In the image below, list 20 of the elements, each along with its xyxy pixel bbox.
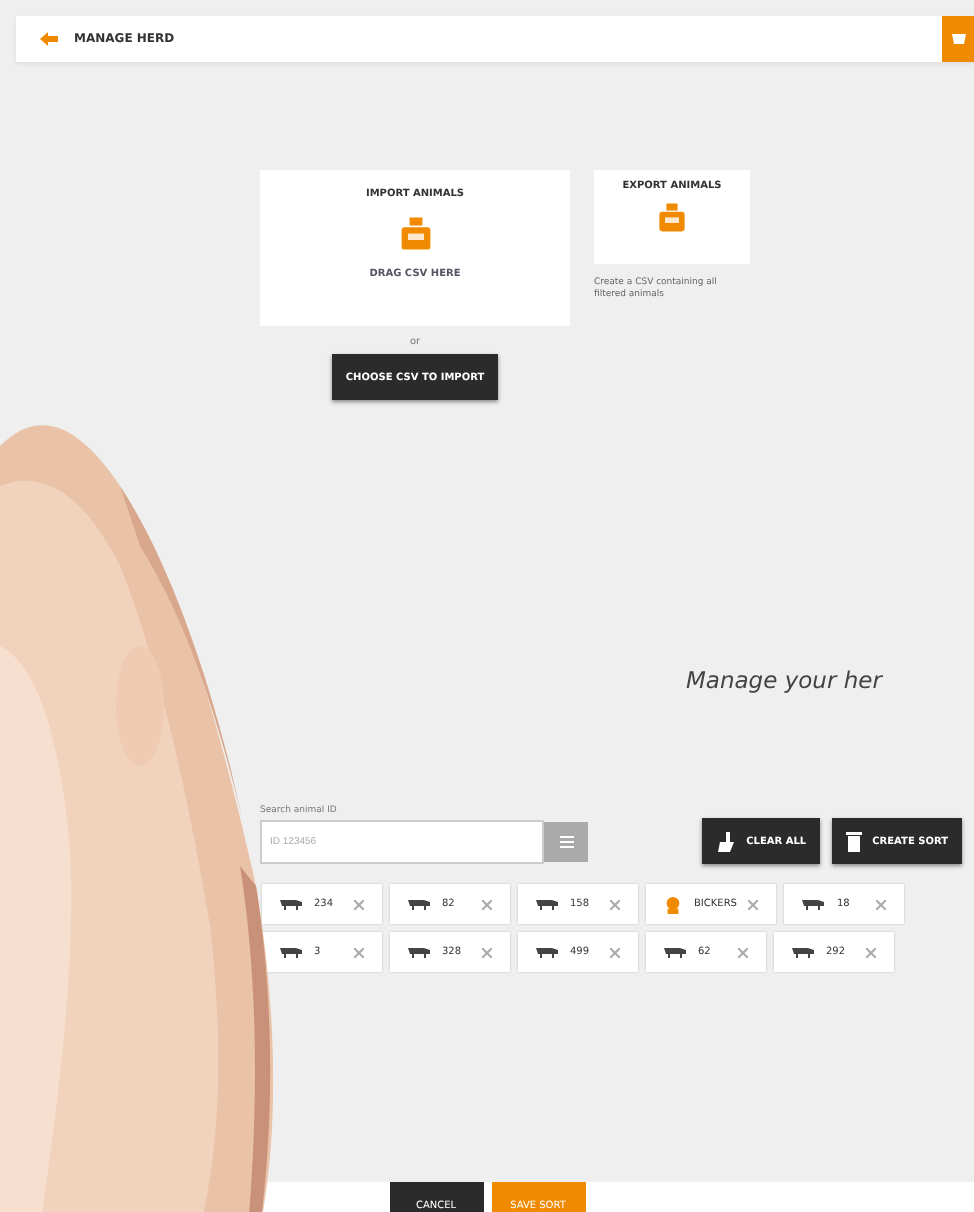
remove-icon[interactable] bbox=[354, 947, 364, 957]
remove-icon[interactable] bbox=[482, 947, 492, 957]
tagline: Manage your her bbox=[686, 666, 885, 694]
remove-icon[interactable] bbox=[610, 947, 620, 957]
remove-icon[interactable] bbox=[610, 899, 620, 909]
remove-icon[interactable] bbox=[876, 899, 887, 909]
group-icon bbox=[664, 895, 682, 913]
list-icon bbox=[559, 836, 573, 848]
remove-icon[interactable] bbox=[738, 947, 748, 957]
back-arrow-icon[interactable] bbox=[40, 32, 58, 46]
upload-icon bbox=[399, 216, 431, 252]
search-button[interactable] bbox=[544, 822, 588, 862]
cart-icon bbox=[951, 34, 965, 44]
trash-icon bbox=[846, 830, 863, 852]
remove-icon[interactable] bbox=[866, 947, 876, 957]
remove-icon[interactable] bbox=[354, 899, 364, 909]
upload-icon bbox=[658, 202, 686, 233]
remove-icon[interactable] bbox=[482, 899, 492, 909]
menu-button[interactable] bbox=[942, 16, 974, 62]
remove-icon[interactable] bbox=[748, 899, 759, 909]
